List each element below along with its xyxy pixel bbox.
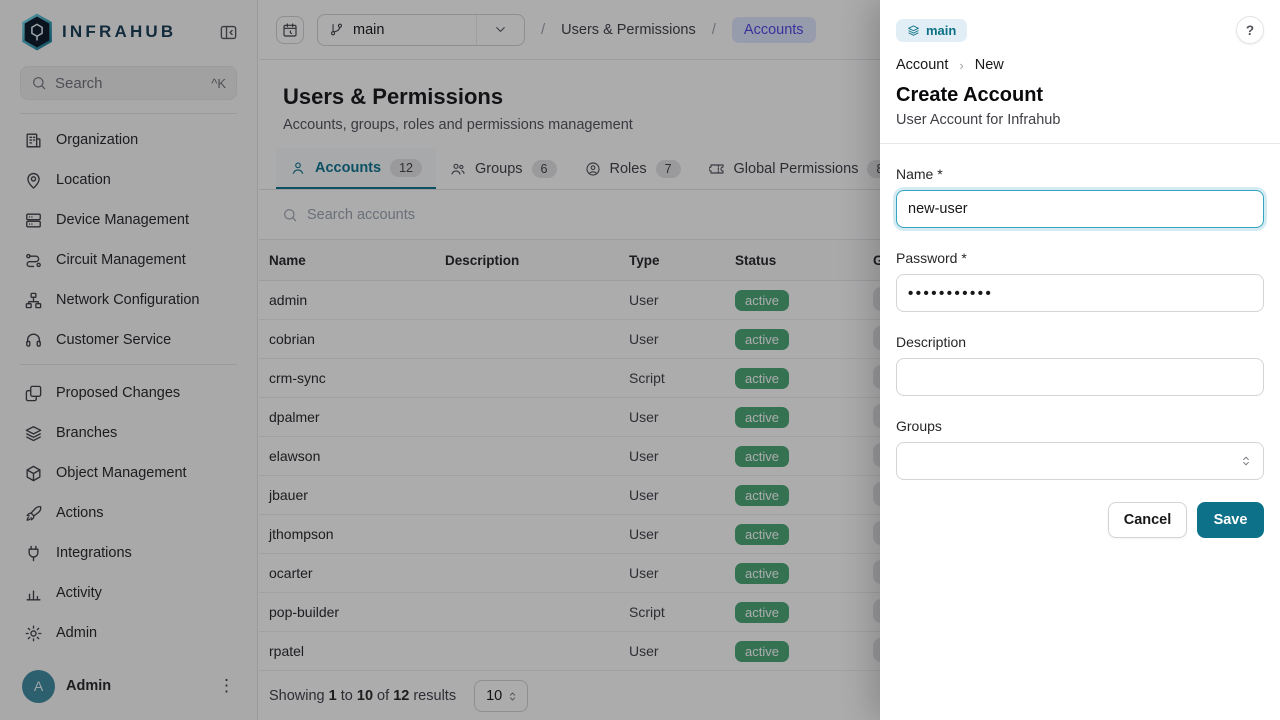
password-field-group: Password * <box>896 250 1264 312</box>
drawer-title: Create Account <box>896 84 1264 107</box>
drawer-breadcrumb-root: Account <box>896 57 948 73</box>
app-screen: INFRAHUB ^K Organization <box>0 0 1280 720</box>
drawer-header: main ? Account › New Create Account User… <box>880 0 1280 144</box>
drawer-breadcrumb: Account › New <box>896 57 1264 73</box>
groups-field-group: Groups <box>896 418 1264 480</box>
name-field[interactable] <box>896 190 1264 228</box>
password-field[interactable] <box>896 274 1264 312</box>
create-account-form: Name * Password * Description Groups <box>880 144 1280 538</box>
branch-badge-label: main <box>926 23 956 38</box>
description-field-group: Description <box>896 334 1264 396</box>
cancel-button[interactable]: Cancel <box>1108 502 1187 538</box>
save-button[interactable]: Save <box>1197 502 1264 538</box>
modal-overlay[interactable] <box>0 0 880 720</box>
help-button[interactable]: ? <box>1236 16 1264 44</box>
password-label: Password * <box>896 250 1264 266</box>
description-label: Description <box>896 334 1264 350</box>
create-account-drawer: main ? Account › New Create Account User… <box>880 0 1280 720</box>
drawer-actions: Cancel Save <box>896 502 1264 538</box>
drawer-breadcrumb-current: New <box>975 57 1004 73</box>
drawer-subtitle: User Account for Infrahub <box>896 112 1264 143</box>
name-label: Name * <box>896 166 1264 182</box>
branch-badge: main <box>896 19 967 42</box>
name-field-group: Name * <box>896 166 1264 228</box>
description-field[interactable] <box>896 358 1264 396</box>
layers-icon <box>907 24 920 37</box>
groups-select[interactable] <box>896 442 1264 480</box>
chevrons-up-down-icon <box>1239 454 1253 468</box>
groups-label: Groups <box>896 418 1264 434</box>
chevron-right-icon: › <box>959 58 963 73</box>
